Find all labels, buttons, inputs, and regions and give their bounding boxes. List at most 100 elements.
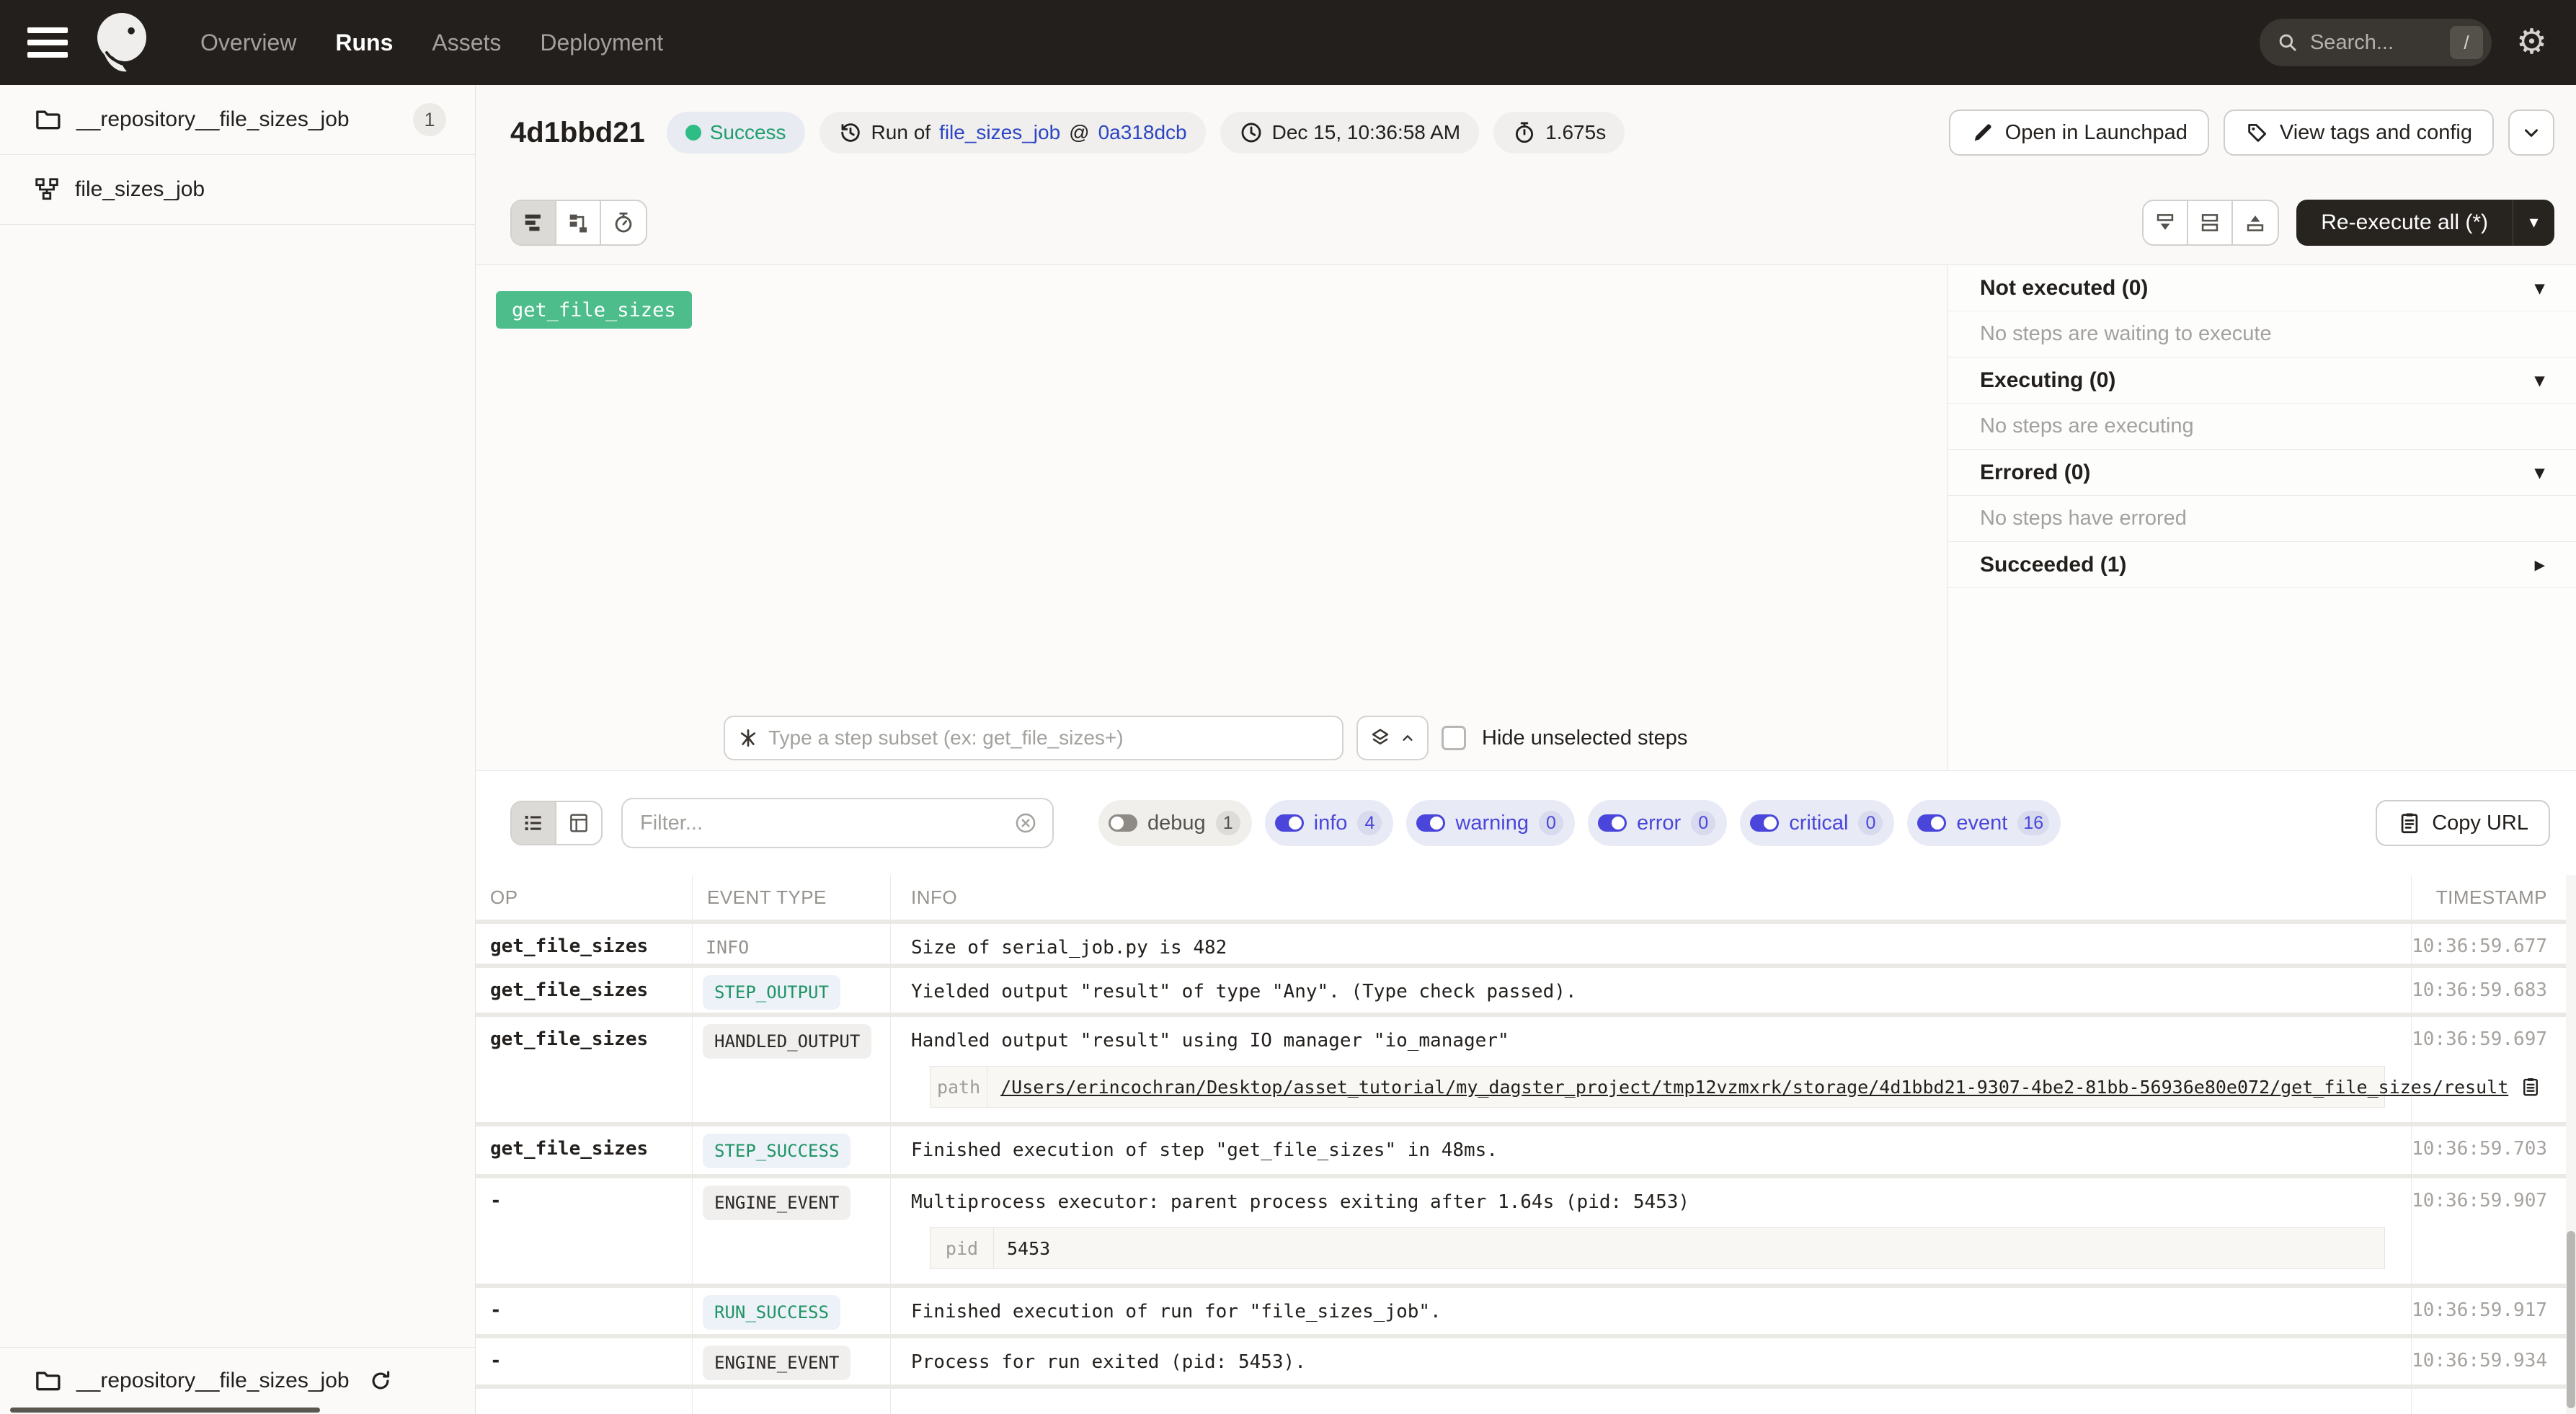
event-type-badge: RUN_SUCCESS — [703, 1295, 840, 1330]
log-message: Yielded output "result" of type "Any". (… — [891, 968, 2412, 1013]
sidebar-item-repository[interactable]: __repository__file_sizes_job 1 — [0, 85, 475, 155]
collapse-bottom-panel-button[interactable] — [2144, 201, 2188, 244]
log-row[interactable]: - ENGINE_EVENT Multiprocess executor: pa… — [476, 1178, 2576, 1284]
job-graph-icon — [33, 176, 61, 203]
pid-metadata-box: pid 5453 — [930, 1227, 2385, 1269]
log-row[interactable]: get_file_sizes STEP_OUTPUT Yielded outpu… — [476, 968, 2576, 1013]
step-subset-input[interactable] — [768, 726, 1331, 750]
toggle-on-icon — [1598, 814, 1627, 832]
log-table-header: OP EVENT TYPE INFO TIMESTAMP — [476, 875, 2576, 920]
run-duration-tag: 1.675s — [1493, 112, 1625, 154]
search-box[interactable]: / — [2260, 19, 2492, 66]
clear-filter-icon[interactable] — [1013, 811, 1038, 835]
level-toggle-error[interactable]: error 0 — [1588, 800, 1727, 846]
log-op: get_file_sizes — [476, 968, 693, 1013]
section-errored[interactable]: Errored (0)▾ — [1948, 450, 2576, 496]
table-icon — [567, 812, 590, 835]
graph-query-toggle-button[interactable] — [1356, 716, 1429, 760]
log-row[interactable]: - ENGINE_EVENT Process for run exited (p… — [476, 1338, 2576, 1384]
executing-message: No steps are executing — [1948, 404, 2576, 450]
caret-down-icon: ▾ — [2535, 461, 2544, 484]
step-subset-inputbox[interactable] — [724, 716, 1343, 760]
repository-count-badge: 1 — [413, 103, 446, 136]
log-list-view-button[interactable] — [512, 802, 556, 844]
hide-unselected-checkbox[interactable] — [1442, 726, 1466, 750]
dagster-logo-icon[interactable] — [88, 8, 157, 77]
level-toggle-info[interactable]: info 4 — [1265, 800, 1394, 846]
log-filter-input[interactable] — [640, 812, 1013, 835]
split-panels-button[interactable] — [2188, 201, 2233, 244]
log-message: Handled output "result" using IO manager… — [891, 1017, 2411, 1051]
nav-runs[interactable]: Runs — [335, 30, 393, 56]
sidebar-item-job[interactable]: file_sizes_job — [0, 155, 475, 225]
pid-value: 5453 — [1007, 1238, 1050, 1259]
log-op: get_file_sizes — [476, 924, 693, 964]
horizontal-scrollbar-thumb[interactable] — [10, 1408, 320, 1413]
log-op: get_file_sizes — [476, 1017, 693, 1122]
search-input[interactable] — [2300, 31, 2450, 55]
copy-url-button[interactable]: Copy URL — [2376, 800, 2550, 846]
log-timestamp: 10:36:59.917 — [2412, 1288, 2576, 1334]
gantt-flat-view-button[interactable] — [512, 201, 556, 244]
flat-bars-icon — [521, 210, 546, 235]
view-tags-config-button[interactable]: View tags and config — [2224, 110, 2494, 156]
nav-assets[interactable]: Assets — [432, 30, 501, 56]
section-not-executed[interactable]: Not executed (0)▾ — [1948, 265, 2576, 311]
chevron-down-icon — [2521, 122, 2542, 143]
log-message: Multiprocess executor: parent process ex… — [891, 1178, 2411, 1213]
log-message: Process for run exited (pid: 5453). — [891, 1338, 2412, 1384]
gear-icon[interactable]: ⚙ — [2516, 25, 2547, 60]
level-toggle-debug[interactable]: debug 1 — [1098, 800, 1252, 846]
vertical-scrollbar-thumb[interactable] — [2567, 1231, 2575, 1408]
section-succeeded[interactable]: Succeeded (1)▸ — [1948, 542, 2576, 588]
search-icon — [2275, 30, 2300, 55]
sidebar-footer-repository[interactable]: __repository__file_sizes_job — [0, 1347, 475, 1414]
reexecute-dropdown-button[interactable]: ▾ — [2513, 200, 2554, 246]
level-toggle-warning[interactable]: warning 0 — [1406, 800, 1575, 846]
log-panel: debug 1 info 4 warning 0 — [476, 771, 2576, 1414]
log-row[interactable]: get_file_sizes STEP_SUCCESS Finished exe… — [476, 1126, 2576, 1174]
split-panels-icon — [2198, 210, 2222, 235]
open-in-launchpad-button[interactable]: Open in Launchpad — [1949, 110, 2209, 156]
section-executing[interactable]: Executing (0)▾ — [1948, 357, 2576, 404]
sidebar-spacer — [0, 225, 475, 1347]
log-row[interactable]: - RUN_SUCCESS Finished execution of run … — [476, 1288, 2576, 1334]
run-of-tag: Run of file_sizes_job @ 0a318dcb — [820, 112, 1206, 154]
meta-label: pid — [931, 1228, 994, 1268]
status-dot-icon — [685, 125, 701, 141]
log-row[interactable]: get_file_sizes INFO Size of serial_job.p… — [476, 924, 2576, 964]
meta-label: path — [931, 1067, 987, 1107]
reexecute-all-button[interactable]: Re-execute all (*) ▾ — [2296, 200, 2554, 246]
nav-deployment[interactable]: Deployment — [540, 30, 663, 56]
search-shortcut-key: / — [2450, 26, 2483, 59]
gantt-step-get-file-sizes[interactable]: get_file_sizes — [496, 291, 692, 329]
refresh-icon[interactable] — [368, 1369, 393, 1393]
header-more-actions-button[interactable] — [2508, 110, 2554, 156]
log-op: - — [476, 1288, 693, 1334]
log-filter-box[interactable] — [621, 798, 1054, 848]
toggle-on-icon — [1416, 814, 1445, 832]
tag-icon — [2245, 120, 2270, 145]
run-header: 4d1bbd21 Success Run of file_sizes_job @… — [476, 85, 2576, 180]
expand-bottom-panel-button[interactable] — [2233, 201, 2278, 244]
nav-overview[interactable]: Overview — [200, 30, 296, 56]
level-toggle-critical[interactable]: critical 0 — [1740, 800, 1894, 846]
log-table-view-button[interactable] — [556, 802, 601, 844]
log-op: - — [476, 1338, 693, 1384]
gantt-chart: get_file_sizes — [476, 265, 1947, 770]
nav-links: Overview Runs Assets Deployment — [200, 30, 663, 56]
gantt-waterfall-view-button[interactable] — [556, 201, 601, 244]
menu-icon[interactable] — [27, 27, 68, 58]
gantt-timed-view-button[interactable] — [601, 201, 646, 244]
col-timestamp: TIMESTAMP — [2412, 875, 2576, 920]
warning-count-badge: 0 — [1539, 811, 1563, 835]
toggle-off-icon — [1109, 814, 1137, 832]
snapshot-link[interactable]: 0a318dcb — [1098, 121, 1187, 144]
job-link[interactable]: file_sizes_job — [939, 121, 1060, 144]
path-link[interactable]: /Users/erincochran/Desktop/asset_tutoria… — [1000, 1077, 2508, 1098]
caret-down-icon: ▾ — [2535, 277, 2544, 299]
not-executed-message: No steps are waiting to execute — [1948, 311, 2576, 357]
log-row[interactable]: get_file_sizes HANDLED_OUTPUT Handled ou… — [476, 1017, 2576, 1122]
level-toggle-event[interactable]: event 16 — [1907, 800, 2061, 846]
op-selector-icon — [737, 726, 760, 750]
